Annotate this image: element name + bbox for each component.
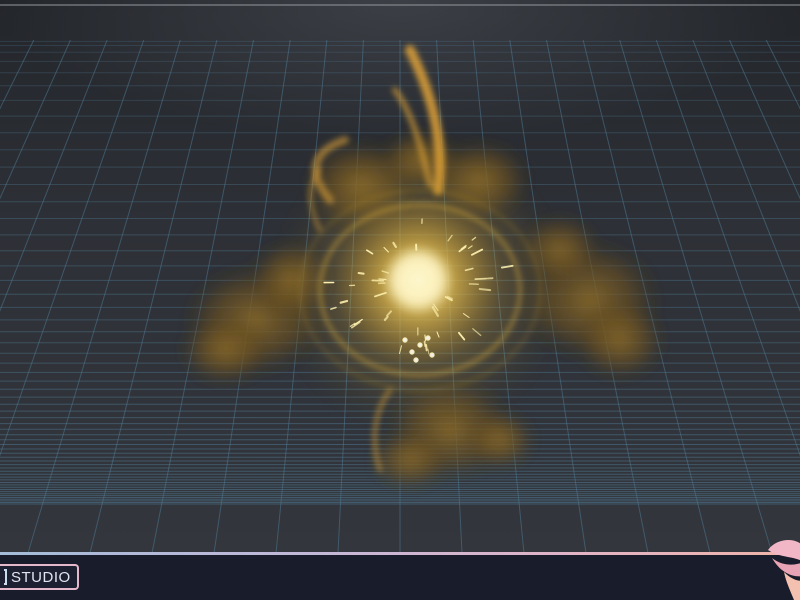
studio-logo-icon [768, 540, 800, 600]
spark [424, 343, 428, 352]
spark-dot [413, 357, 419, 363]
spark-dot [425, 335, 431, 341]
badge-bracket-icon [4, 569, 7, 585]
spark [427, 348, 430, 355]
spark-dot [409, 349, 415, 355]
studio-label: STUDIO [11, 568, 71, 586]
spark-dot [429, 352, 435, 358]
spark [478, 288, 492, 292]
spark-dot [402, 337, 408, 343]
viewport-top-edge [0, 4, 800, 6]
spark [474, 277, 488, 280]
effect-core [390, 252, 446, 308]
game-viewport[interactable] [0, 0, 800, 553]
bottom-bar [0, 555, 800, 600]
spark [357, 271, 365, 275]
spark-dot [417, 342, 423, 348]
scene-canvas [0, 0, 800, 553]
studio-badge: STUDIO [0, 564, 79, 590]
spark [378, 278, 387, 281]
